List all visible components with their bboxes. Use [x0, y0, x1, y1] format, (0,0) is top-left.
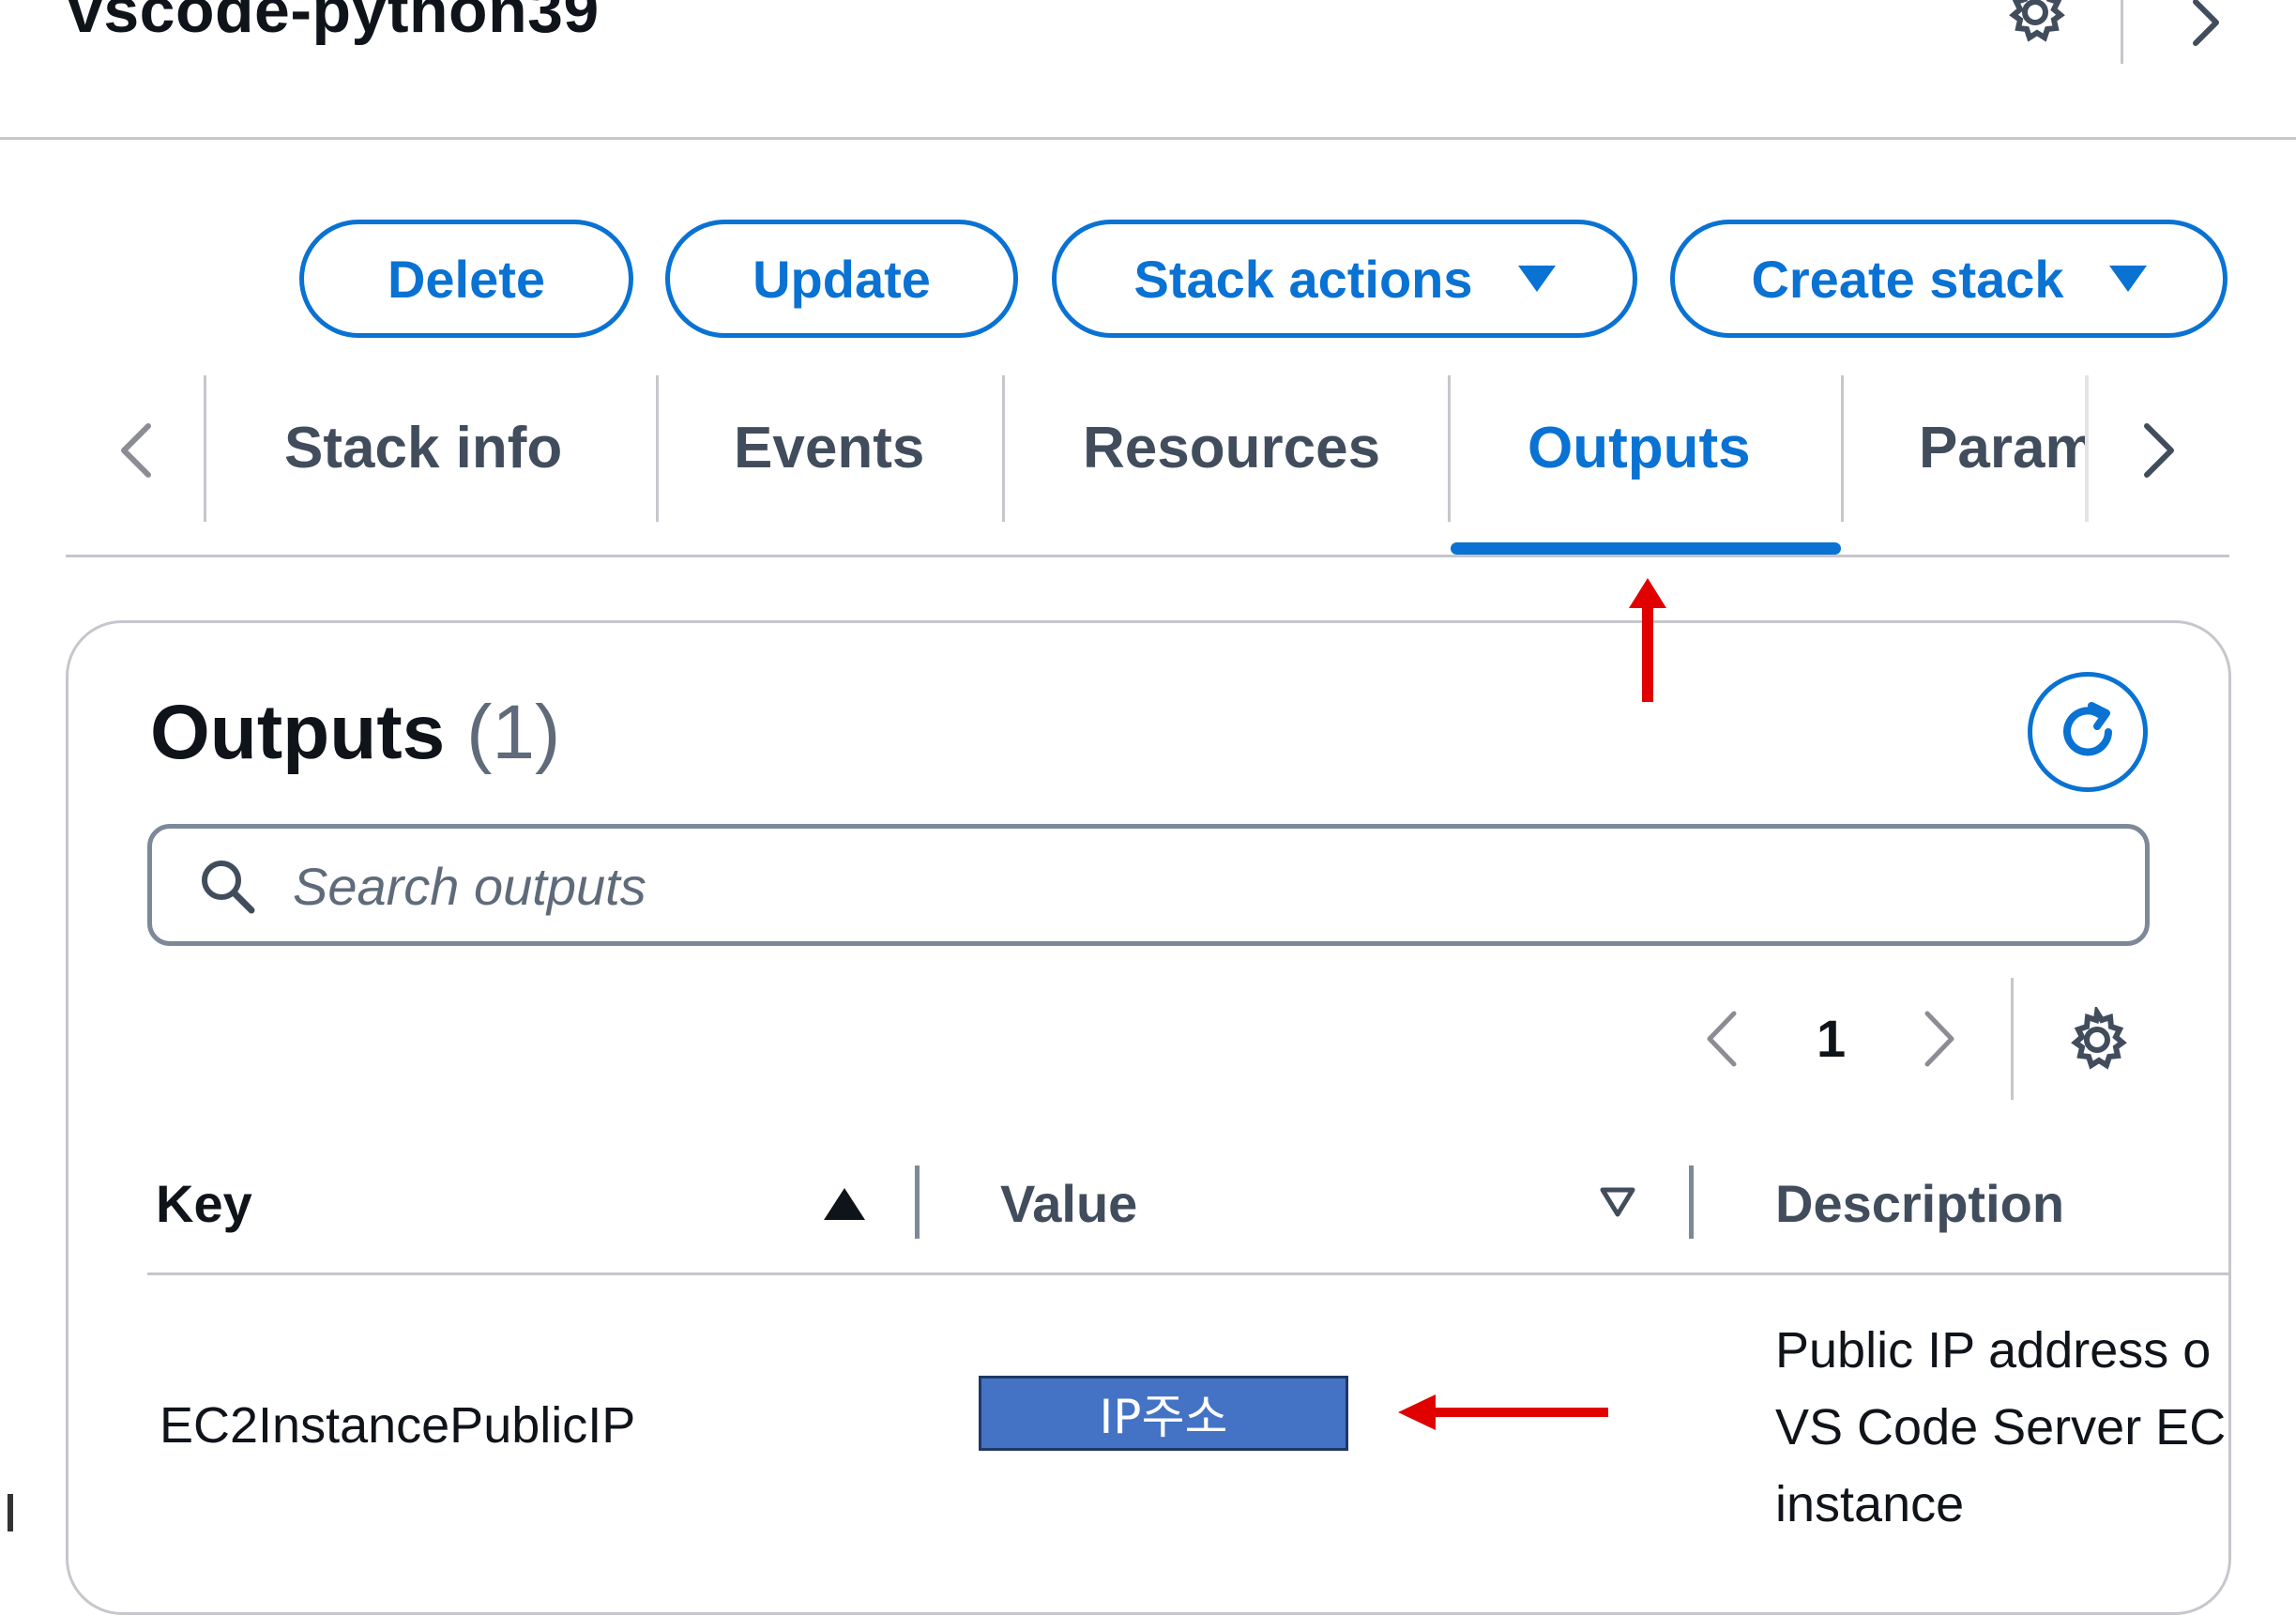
- table-header-divider: [147, 1272, 2230, 1275]
- annotation-arrow-up-icon: [1619, 574, 1676, 706]
- caret-down-icon: [1517, 266, 1556, 292]
- tab-divider: [656, 375, 659, 522]
- panel-title-text: Outputs: [150, 690, 446, 775]
- annotation-arrow-left-icon: [1394, 1389, 1612, 1436]
- table-cell-value: IP주소: [979, 1376, 1348, 1451]
- header-separator: [2121, 0, 2123, 64]
- delete-button-label: Delete: [387, 249, 546, 309]
- tab-outputs[interactable]: Outputs: [1528, 415, 1751, 481]
- column-header-value[interactable]: Value: [1000, 1173, 1137, 1234]
- sort-ascending-icon[interactable]: [824, 1188, 865, 1220]
- column-header-description[interactable]: Description: [1775, 1173, 2064, 1234]
- panel-count: (1): [466, 690, 561, 775]
- chevron-right-icon[interactable]: [2128, 413, 2184, 488]
- tab-stack-info[interactable]: Stack info: [284, 415, 562, 481]
- tab-fade-edge: [2085, 375, 2089, 522]
- gear-icon[interactable]: [2064, 1004, 2130, 1073]
- tab-events[interactable]: Events: [734, 415, 924, 481]
- tab-divider: [1841, 375, 1844, 522]
- stack-actions-button[interactable]: Stack actions: [1052, 220, 1637, 338]
- caret-down-icon: [2108, 266, 2147, 292]
- column-resizer[interactable]: [915, 1166, 920, 1239]
- tab-resources[interactable]: Resources: [1083, 415, 1380, 481]
- create-stack-label: Create stack: [1751, 249, 2064, 309]
- search-input[interactable]: [291, 838, 2077, 934]
- panel-title: Outputs (1): [150, 689, 560, 777]
- tabs-divider: [66, 555, 2229, 557]
- description-line: Public IP address o: [1775, 1322, 2212, 1379]
- edge-mark: [8, 1494, 13, 1531]
- refresh-button[interactable]: [2028, 672, 2148, 792]
- refresh-icon: [2063, 702, 2112, 756]
- search-icon: [197, 856, 257, 916]
- header-divider: [0, 137, 2296, 140]
- table-cell-key: EC2InstancePublicIP: [160, 1397, 636, 1454]
- tab-divider: [204, 375, 206, 522]
- table-cell-description: Public IP address o VS Code Server EC in…: [1775, 1312, 2228, 1543]
- description-line: VS Code Server EC: [1775, 1399, 2227, 1455]
- tab-parameters[interactable]: Param: [1919, 415, 2088, 481]
- tab-divider: [1002, 375, 1005, 522]
- stack-actions-label: Stack actions: [1133, 249, 1473, 309]
- page-title: vscode-python39: [68, 0, 600, 46]
- tab-divider: [1448, 375, 1451, 522]
- column-resizer[interactable]: [1689, 1166, 1694, 1239]
- create-stack-button[interactable]: Create stack: [1670, 220, 2228, 338]
- pagination-separator: [2011, 978, 2014, 1100]
- delete-button[interactable]: Delete: [299, 220, 633, 338]
- current-page-number[interactable]: 1: [1817, 1008, 1846, 1069]
- update-button-label: Update: [753, 249, 931, 309]
- chevron-left-icon[interactable]: [1700, 1006, 1747, 1072]
- chevron-left-icon[interactable]: [111, 413, 167, 488]
- chevron-right-icon[interactable]: [1914, 1006, 1961, 1072]
- column-header-key[interactable]: Key: [156, 1173, 252, 1234]
- active-tab-indicator: [1451, 542, 1841, 555]
- description-line: instance: [1775, 1476, 1965, 1532]
- sort-icon[interactable]: [1599, 1186, 1636, 1220]
- update-button[interactable]: Update: [665, 220, 1018, 338]
- chevron-right-icon[interactable]: [2177, 0, 2233, 54]
- gear-icon[interactable]: [2002, 0, 2068, 54]
